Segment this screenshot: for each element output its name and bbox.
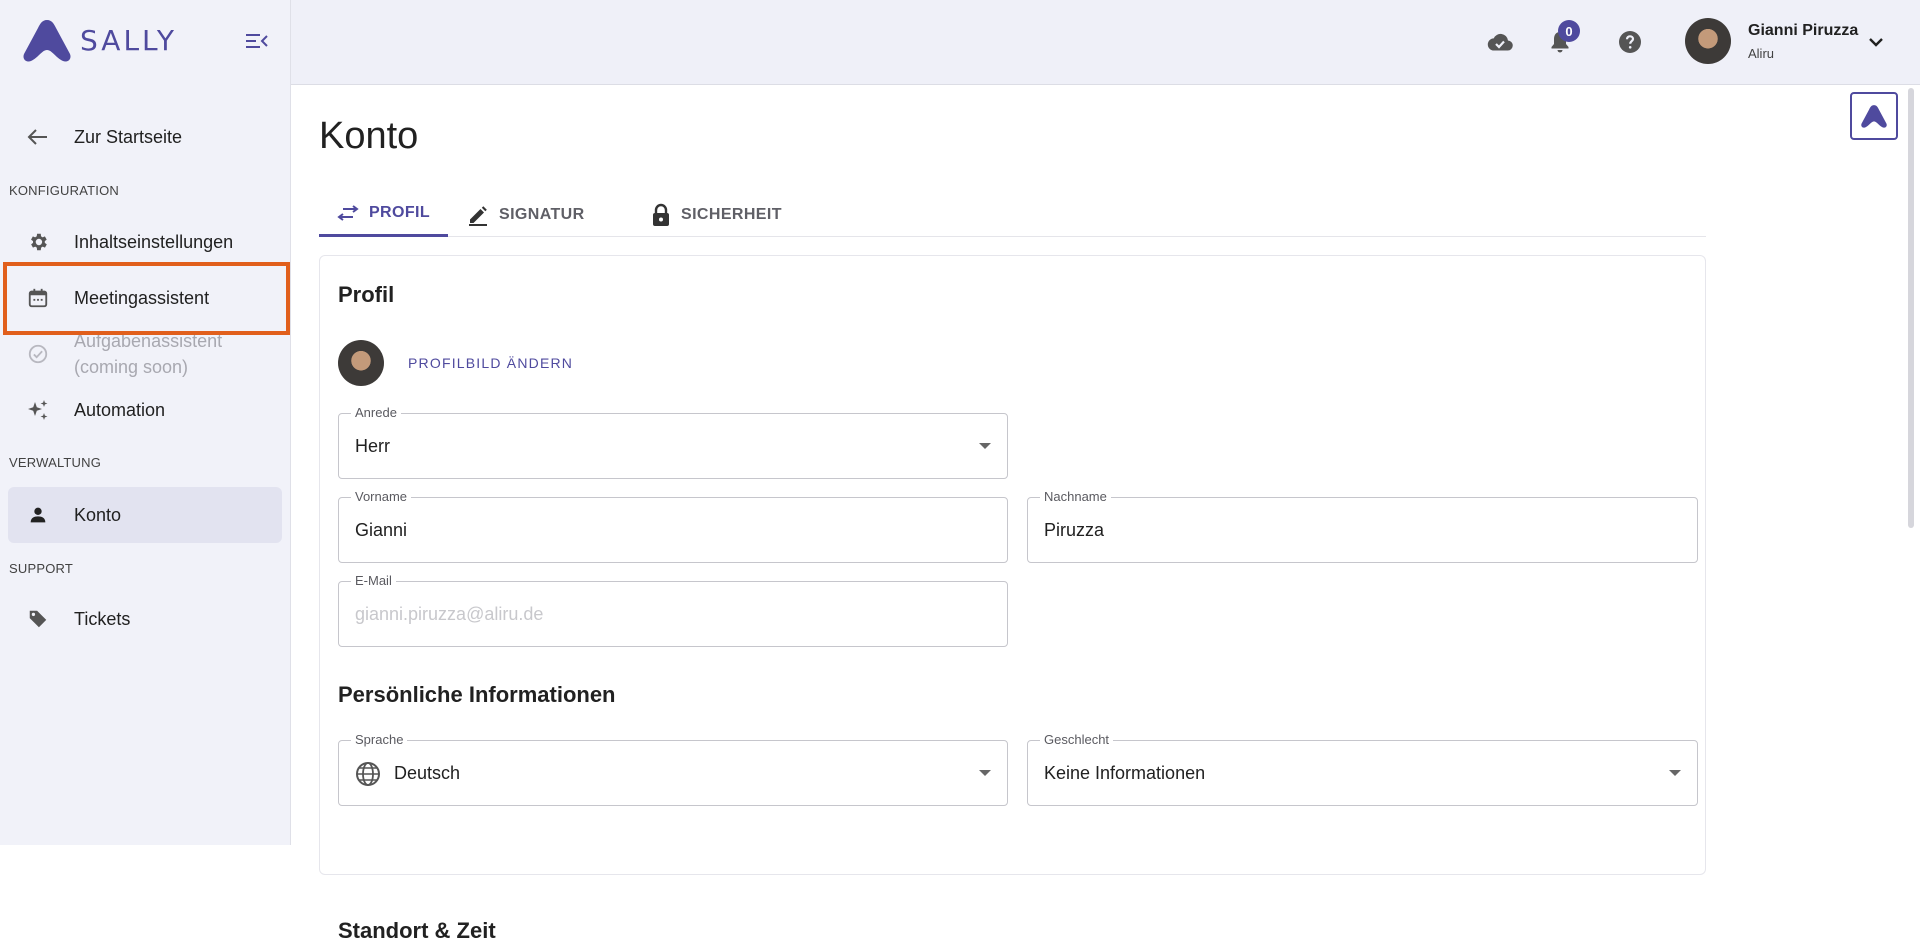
sidebar-item-label: Tickets: [74, 608, 131, 629]
language-select[interactable]: Sprache Deutsch: [338, 732, 1008, 806]
field-value: Gianni: [355, 520, 408, 540]
tab-signatur[interactable]: SIGNATUR: [467, 192, 585, 237]
sidebar: SALLY Zur Startseite KONFIGURATION Inhal…: [0, 0, 291, 845]
sidebar-item-sublabel: (coming soon): [74, 357, 189, 377]
sidebar-item-konto[interactable]: Konto: [8, 487, 282, 543]
notification-count-badge: 0: [1558, 20, 1580, 42]
first-name-field[interactable]: Vorname Gianni: [338, 489, 1008, 563]
field-value: Herr: [355, 436, 390, 456]
menu-collapse-icon: [246, 34, 268, 48]
main-content: Konto PROFIL SIGNATUR SICHERHEIT Profil …: [291, 85, 1920, 943]
scrollbar[interactable]: [1908, 88, 1914, 528]
lock-icon: [651, 203, 671, 227]
notifications-button[interactable]: 0: [1546, 20, 1580, 56]
tab-label: SIGNATUR: [499, 205, 585, 223]
field-label: Anrede: [351, 405, 401, 420]
profile-picture: [338, 340, 384, 386]
sally-logo-icon: [1861, 105, 1887, 128]
gender-select[interactable]: Geschlecht Keine Informationen: [1027, 732, 1698, 806]
tab-profil[interactable]: PROFIL: [319, 192, 448, 237]
field-value: Deutsch: [394, 763, 461, 783]
field-label: Nachname: [1040, 489, 1111, 504]
globe-icon: [356, 762, 380, 786]
section-support: SUPPORT: [9, 561, 74, 576]
field-value: Keine Informationen: [1044, 763, 1206, 783]
field-value: gianni.piruzza@aliru.de: [355, 604, 544, 624]
back-label: Zur Startseite: [74, 126, 183, 147]
gear-icon: [26, 230, 50, 254]
field-value: Piruzza: [1044, 520, 1105, 540]
tag-icon: [26, 607, 50, 631]
location-time-section-title: Standort & Zeit: [338, 918, 496, 943]
sidebar-item-label: Inhaltseinstellungen: [74, 231, 234, 252]
tab-sicherheit[interactable]: SICHERHEIT: [651, 192, 782, 237]
last-name-field[interactable]: Nachname Piruzza: [1027, 489, 1698, 563]
dropdown-arrow-icon: [979, 770, 991, 776]
sidebar-item-label: Konto: [74, 504, 122, 525]
sally-logo-icon: [23, 20, 71, 62]
tab-label: PROFIL: [368, 204, 431, 221]
personal-info-title: Persönliche Informationen: [338, 682, 616, 707]
tab-label: SICHERHEIT: [681, 205, 782, 223]
section-verwaltung: VERWALTUNG: [9, 455, 102, 470]
user-menu-dropdown[interactable]: [1866, 32, 1886, 52]
help-button[interactable]: [1616, 28, 1644, 56]
sally-assistant-button[interactable]: [1850, 92, 1898, 140]
sidebar-item-tickets[interactable]: Tickets: [8, 598, 282, 640]
back-to-home-link[interactable]: Zur Startseite: [8, 116, 282, 158]
check-circle-icon: [26, 342, 50, 366]
sidebar-item-inhaltseinstellungen[interactable]: Inhaltseinstellungen: [8, 221, 282, 263]
top-bar: 0: [291, 0, 1920, 85]
chevron-down-icon: [1869, 38, 1883, 47]
profile-card: Profil PROFILBILD ÄNDERN Anrede Herr Vor…: [319, 255, 1706, 943]
arrow-left-icon: [26, 125, 50, 149]
pencil-icon: [467, 204, 489, 226]
sidebar-item-label: Automation: [74, 399, 166, 420]
cloud-check-icon: [1487, 33, 1513, 51]
user-avatar[interactable]: [1685, 18, 1731, 64]
section-konfiguration: KONFIGURATION: [9, 183, 119, 198]
collapse-sidebar-button[interactable]: [244, 28, 270, 54]
help-circle-icon: [1619, 31, 1641, 53]
email-field[interactable]: E-Mail gianni.piruzza@aliru.de: [338, 573, 1008, 647]
tab-bar: PROFIL SIGNATUR SICHERHEIT: [319, 192, 1706, 237]
profile-section-title: Profil: [338, 282, 395, 307]
user-organization: Aliru: [1748, 46, 1775, 61]
page-title: Konto: [319, 115, 419, 157]
person-icon: [26, 503, 50, 527]
cloud-sync-button[interactable]: [1486, 28, 1514, 56]
swap-arrows-icon: [337, 205, 359, 221]
field-label: Sprache: [351, 732, 408, 747]
user-name[interactable]: Gianni Piruzza: [1748, 22, 1858, 40]
field-label: Geschlecht: [1040, 732, 1114, 747]
field-label: Vorname: [351, 489, 412, 504]
logo-text: SALLY: [80, 23, 178, 57]
dropdown-arrow-icon: [1669, 770, 1681, 776]
salutation-select[interactable]: Anrede Herr: [338, 405, 1008, 479]
field-label: E-Mail: [351, 573, 396, 588]
highlight-annotation: [3, 262, 290, 335]
sally-logo[interactable]: SALLY: [20, 16, 177, 64]
sidebar-item-automation[interactable]: Automation: [8, 389, 282, 431]
sidebar-item-aufgabenassistent: Aufgabenassistent (coming soon): [8, 328, 282, 380]
dropdown-arrow-icon: [979, 443, 991, 449]
change-profile-picture-button[interactable]: PROFILBILD ÄNDERN: [408, 355, 573, 371]
sparkles-icon: [26, 398, 50, 422]
